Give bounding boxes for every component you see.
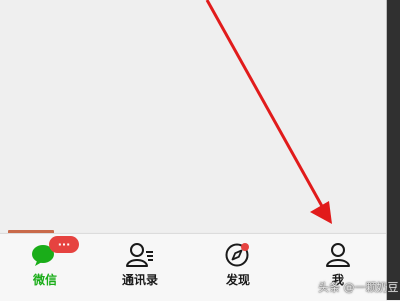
tab-contacts[interactable]: 通讯录 — [92, 234, 188, 301]
tab-discover[interactable]: 发现 — [190, 234, 286, 301]
compass-icon — [223, 241, 253, 269]
person-icon — [323, 241, 353, 269]
watermark: 头条 @一颗奶豆 — [318, 281, 399, 294]
notification-dot — [241, 243, 249, 251]
screen-edge — [386, 0, 400, 300]
divider — [386, 0, 387, 300]
tab-label: 发现 — [225, 273, 250, 287]
unread-badge: ··· — [49, 236, 79, 253]
tab-label: 通讯录 — [121, 273, 158, 287]
contacts-icon — [125, 241, 155, 269]
chat-list-area — [0, 0, 386, 232]
tab-label: 微信 — [32, 273, 57, 287]
wechat-screen: 微信 通讯录 发现 我 ··· 头条 @一颗奶豆 — [0, 0, 400, 301]
